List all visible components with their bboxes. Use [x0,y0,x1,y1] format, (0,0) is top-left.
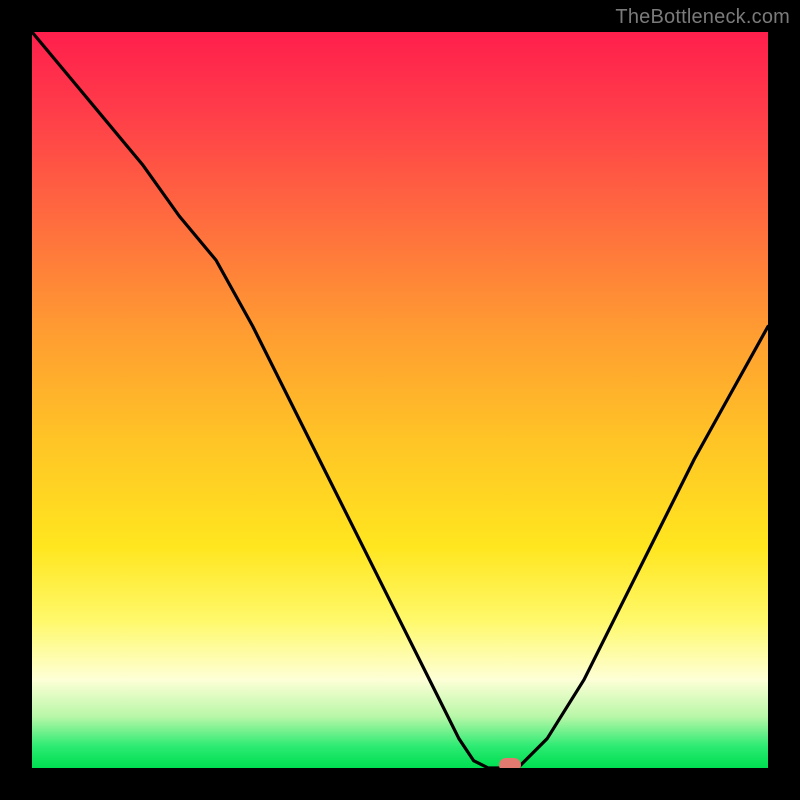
chart-frame: TheBottleneck.com [0,0,800,800]
plot-area [32,32,768,768]
watermark-text: TheBottleneck.com [615,6,790,29]
optimal-point-marker [499,758,521,768]
bottleneck-curve [32,32,768,768]
